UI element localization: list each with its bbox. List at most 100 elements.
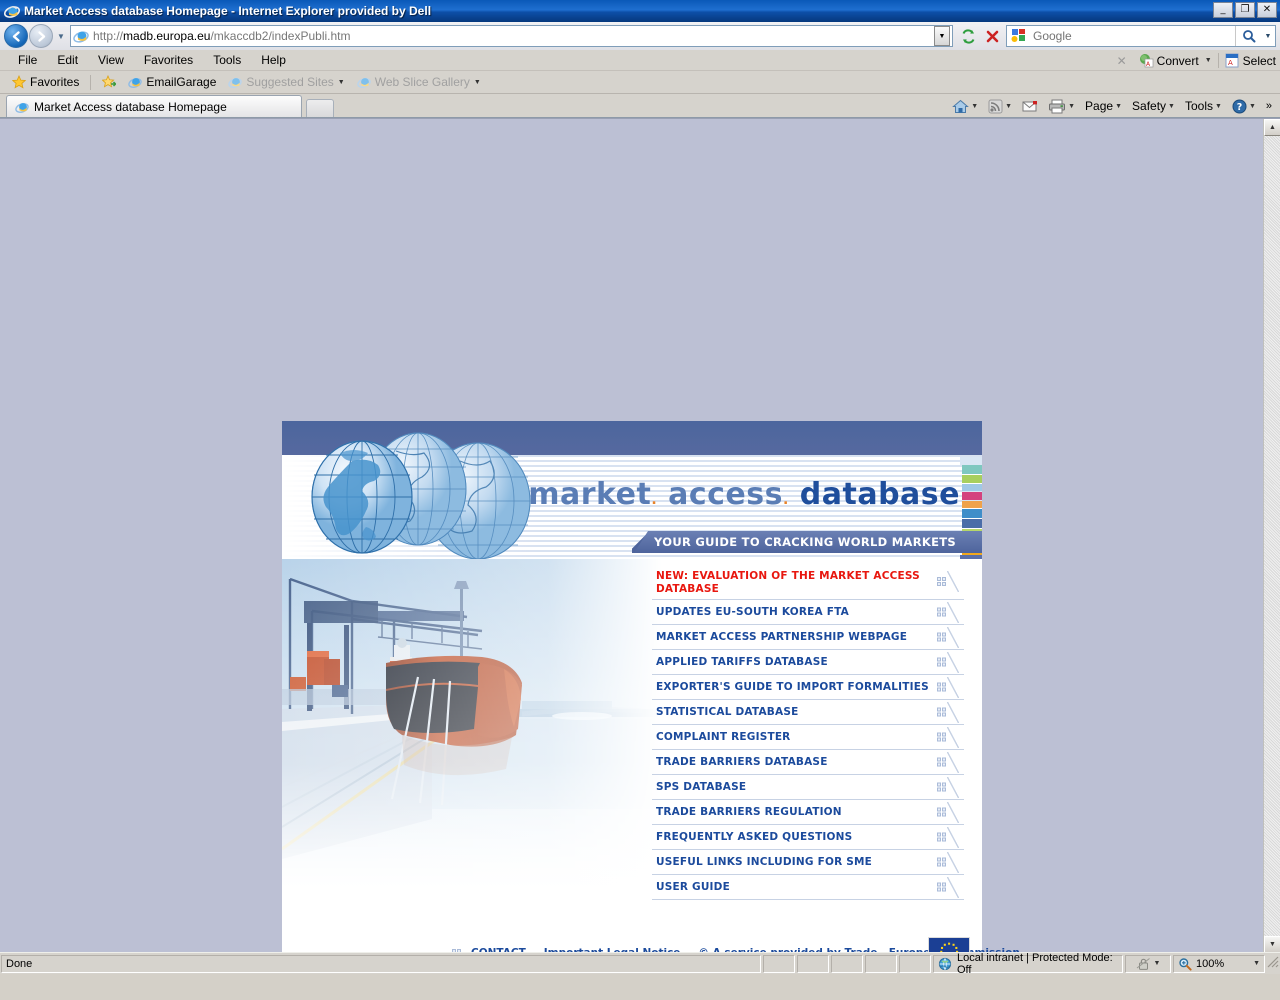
new-tab-button[interactable] <box>306 99 334 117</box>
nav-item-new-evaluation[interactable]: NEW: EVALUATION OF THE MARKET ACCESS DAT… <box>652 569 964 600</box>
nav-item-label: UPDATES EU-SOUTH KOREA FTA <box>656 605 849 618</box>
menu-edit[interactable]: Edit <box>47 53 88 67</box>
scroll-up-button[interactable]: ▲ <box>1264 119 1280 136</box>
nav-item-label: USER GUIDE <box>656 880 730 893</box>
nav-item-applied-tariffs-database[interactable]: APPLIED TARIFFS DATABASE <box>652 650 964 675</box>
toolbar-overflow-button[interactable]: » <box>1262 96 1276 116</box>
help-menu-button[interactable]: ? ▼ <box>1228 96 1260 116</box>
star-icon <box>12 75 26 89</box>
stop-button[interactable] <box>981 25 1003 47</box>
scroll-down-button[interactable]: ▼ <box>1264 936 1280 952</box>
select-button[interactable]: A Select <box>1225 53 1276 68</box>
nav-item-label: FREQUENTLY ASKED QUESTIONS <box>656 830 853 843</box>
page-scrollbar-vertical[interactable]: ▲ ▼ <box>1263 119 1280 952</box>
minimize-button[interactable]: _ <box>1213 2 1233 18</box>
addon-close-button[interactable]: ✕ <box>1111 54 1133 68</box>
browser-viewport: market. access. database YOUR GUIDE TO C <box>0 118 1280 952</box>
nav-marker-icon <box>937 757 946 767</box>
nav-item-updates-eu-south-korea-fta[interactable]: UPDATES EU-SOUTH KOREA FTA <box>652 600 964 625</box>
safety-label: Safety <box>1132 99 1167 113</box>
search-box[interactable]: ▼ <box>1006 25 1276 47</box>
nav-item-sps-database[interactable]: SPS DATABASE <box>652 775 964 800</box>
feeds-button[interactable]: ▼ <box>984 96 1016 116</box>
back-button[interactable] <box>4 24 28 48</box>
nav-item-label: EXPORTER'S GUIDE TO IMPORT FORMALITIES <box>656 680 929 693</box>
chevron-down-icon[interactable]: ▼ <box>338 79 345 86</box>
home-button[interactable]: ▼ <box>948 96 982 116</box>
window-title-text: Market Access database Homepage - Intern… <box>24 4 432 18</box>
protected-mode-pane[interactable]: ▼ <box>1125 954 1171 973</box>
zoom-level-label: 100% <box>1196 957 1225 970</box>
site-footer: CONTACT Important Legal Notice © A servi… <box>282 927 1020 952</box>
footer-contact-link[interactable]: CONTACT <box>471 947 526 952</box>
globe-icon <box>938 957 952 971</box>
zoom-level-pane[interactable]: 100% ▼ <box>1173 954 1265 973</box>
safety-menu-button[interactable]: Safety ▼ <box>1128 96 1179 116</box>
search-provider-dropdown[interactable]: ▼ <box>1261 26 1275 46</box>
site-header: market. access. database YOUR GUIDE TO C <box>282 421 982 559</box>
maximize-button[interactable]: ❐ <box>1235 2 1255 18</box>
nav-item-useful-links-including-for-sme[interactable]: USEFUL LINKS INCLUDING FOR SME <box>652 850 964 875</box>
search-go-button[interactable] <box>1235 26 1261 46</box>
nav-slash-icon <box>947 777 959 798</box>
address-bar[interactable]: http://madb.europa.eu/mkaccdb2/indexPubl… <box>70 25 953 47</box>
print-button[interactable]: ▼ <box>1044 96 1079 116</box>
nav-item-complaint-register[interactable]: COMPLAINT REGISTER <box>652 725 964 750</box>
select-label: Select <box>1242 53 1276 68</box>
favorite-suggested-sites[interactable]: Suggested Sites ▼ <box>222 75 350 89</box>
nav-slash-icon <box>947 752 959 773</box>
menu-tools[interactable]: Tools <box>203 53 251 67</box>
nav-item-statistical-database[interactable]: STATISTICAL DATABASE <box>652 700 964 725</box>
address-dropdown-button[interactable]: ▼ <box>934 26 950 46</box>
nav-marker-icon <box>937 807 946 817</box>
close-button[interactable]: ✕ <box>1257 2 1277 18</box>
nav-slash-icon <box>947 652 959 673</box>
tools-menu-button[interactable]: Tools ▼ <box>1181 96 1226 116</box>
status-blank-pane-2 <box>797 954 829 973</box>
resize-grip-icon[interactable] <box>1266 955 1280 973</box>
security-zone-pane[interactable]: Local intranet | Protected Mode: Off <box>933 952 1123 976</box>
nav-item-trade-barriers-regulation[interactable]: TRADE BARRIERS REGULATION <box>652 800 964 825</box>
footer-legal-notice-link[interactable]: Important Legal Notice <box>544 947 681 952</box>
chevron-down-icon[interactable]: ▼ <box>474 79 481 86</box>
convert-dropdown[interactable]: ▼ <box>1205 57 1212 64</box>
favorite-emailgarage[interactable]: EmailGarage <box>122 75 222 89</box>
tools-label: Tools <box>1184 99 1213 113</box>
convert-button[interactable]: A Convert <box>1139 53 1199 68</box>
forward-button[interactable] <box>29 24 53 48</box>
chevron-down-icon[interactable]: ▼ <box>1253 960 1260 967</box>
address-url-text: http://madb.europa.eu/mkaccdb2/indexPubl… <box>93 29 934 43</box>
nav-item-market-access-partnership-webpage[interactable]: MARKET ACCESS PARTNERSHIP WEBPAGE <box>652 625 964 650</box>
favorites-bar: Favorites EmailGarage Suggested Sites ▼ <box>0 71 1280 94</box>
nav-item-frequently-asked-questions[interactable]: FREQUENTLY ASKED QUESTIONS <box>652 825 964 850</box>
search-input[interactable] <box>1031 28 1235 44</box>
recent-pages-button[interactable]: ▼ <box>54 32 68 41</box>
home-icon <box>952 99 970 113</box>
nav-marker-icon <box>937 832 946 842</box>
brand-word-2: access <box>668 477 783 512</box>
nav-item-exporters-guide-to-import-formalities[interactable]: EXPORTER'S GUIDE TO IMPORT FORMALITIES <box>652 675 964 700</box>
menu-help[interactable]: Help <box>251 53 296 67</box>
eu-flag-icon <box>928 937 970 952</box>
favorite-label: EmailGarage <box>146 75 217 89</box>
nav-item-user-guide[interactable]: USER GUIDE <box>652 875 964 900</box>
menu-view[interactable]: View <box>88 53 134 67</box>
chevron-down-icon[interactable]: ▼ <box>1005 103 1012 110</box>
refresh-button[interactable] <box>957 25 979 47</box>
menu-favorites[interactable]: Favorites <box>134 53 203 67</box>
svg-text:?: ? <box>1237 102 1243 113</box>
mail-button[interactable] <box>1018 96 1042 116</box>
nav-marker-icon <box>937 607 946 617</box>
menu-file[interactable]: File <box>8 53 47 67</box>
chevron-down-icon: ▼ <box>1168 102 1175 110</box>
chevron-down-icon[interactable]: ▼ <box>971 103 978 110</box>
chevron-down-icon[interactable]: ▼ <box>1068 103 1075 110</box>
favorites-button[interactable]: Favorites <box>6 75 85 89</box>
favorite-web-slice-gallery[interactable]: Web Slice Gallery ▼ <box>351 75 487 89</box>
page-menu-button[interactable]: Page ▼ <box>1081 96 1126 116</box>
add-to-favorites-bar-button[interactable] <box>96 75 122 89</box>
toolbar-separator <box>1217 53 1219 68</box>
tab-market-access-database[interactable]: Market Access database Homepage <box>6 95 302 117</box>
nav-item-trade-barriers-database[interactable]: TRADE BARRIERS DATABASE <box>652 750 964 775</box>
chevron-down-icon[interactable]: ▼ <box>1154 960 1161 967</box>
